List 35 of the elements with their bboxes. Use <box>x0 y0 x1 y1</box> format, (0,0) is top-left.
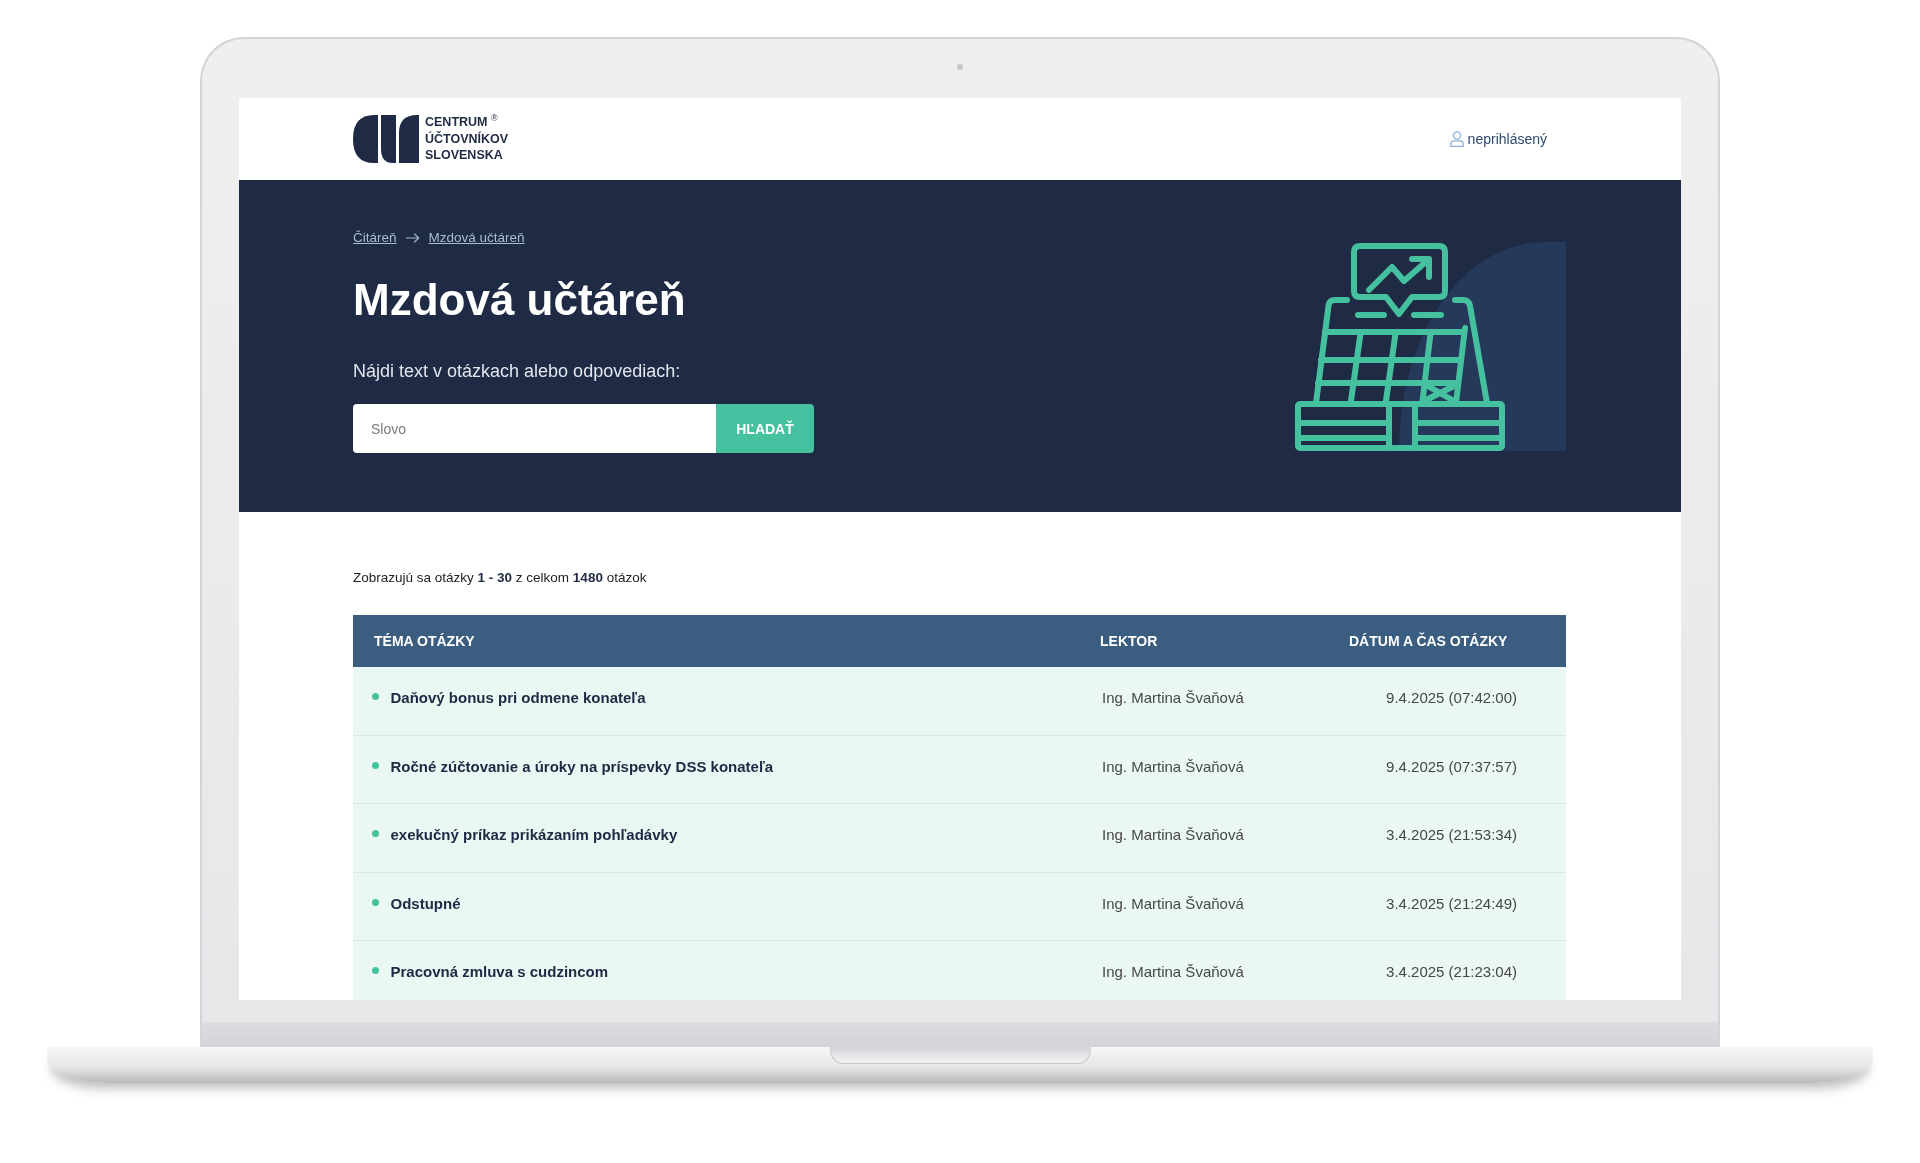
arrow-right-icon <box>405 233 420 243</box>
bullet-icon <box>371 830 379 837</box>
bullet-icon <box>371 898 379 906</box>
column-header: TÉMA OTÁZKY <box>374 633 475 649</box>
column-header: LEKTOR <box>1100 633 1158 649</box>
lecturer-name: Ing. Martina Švaňová <box>1102 962 1244 982</box>
column-header: DÁTUM A ČAS OTÁZKY <box>1349 633 1508 649</box>
lecturer-name: Ing. Martina Švaňová <box>1102 756 1244 777</box>
question-date: 9.4.2025 (07:42:00) <box>1386 688 1517 708</box>
question-link[interactable]: exekučný príkaz prikázaním pohľadávky <box>390 824 678 846</box>
camera-icon <box>957 64 963 70</box>
question-link[interactable]: Ročné zúčtovanie a úroky na príspevky DSS konateľa <box>390 755 774 778</box>
lecturer-name: Ing. Martina Švaňová <box>1102 893 1244 914</box>
question-date: 3.4.2025 (21:24:49) <box>1386 893 1517 914</box>
breadcrumb-link[interactable]: Mzdová učtáreň <box>428 229 525 247</box>
question-link[interactable]: Odstupné <box>390 892 461 915</box>
logo-icon <box>353 115 419 163</box>
bullet-icon <box>371 761 379 769</box>
results-summary: Zobrazujú sa otázky 1 - 30 z celkom 1480 otázok <box>353 569 648 587</box>
search-label: Nájdi text v otázkach alebo odpovediach: <box>353 360 681 383</box>
login-link[interactable]: neprihlásený <box>1449 131 1547 147</box>
brand-name: CENTRUM $^{®}$ ÚČTOVNÍKOV SLOVENSKA <box>425 114 509 164</box>
lecturer-name: Ing. Martina Švaňová <box>1102 688 1244 708</box>
user-icon <box>1449 131 1464 147</box>
bullet-icon <box>371 693 379 700</box>
question-link[interactable]: Daňový bonus pri odmene konateľa <box>390 687 646 709</box>
question-link[interactable]: Pracovná zmluva s cudzincom <box>390 961 609 983</box>
bullet-icon <box>371 967 379 974</box>
breadcrumb-link[interactable]: Čitáreň <box>353 229 397 247</box>
lecturer-name: Ing. Martina Švaňová <box>1102 825 1244 845</box>
question-date: 3.4.2025 (21:53:34) <box>1386 825 1517 845</box>
question-date: 3.4.2025 (21:23:04) <box>1386 962 1517 982</box>
question-date: 9.4.2025 (07:37:57) <box>1386 756 1517 777</box>
search-field[interactable]: Slovo <box>353 404 716 453</box>
page-title: Mzdová učtáreň <box>353 274 686 326</box>
